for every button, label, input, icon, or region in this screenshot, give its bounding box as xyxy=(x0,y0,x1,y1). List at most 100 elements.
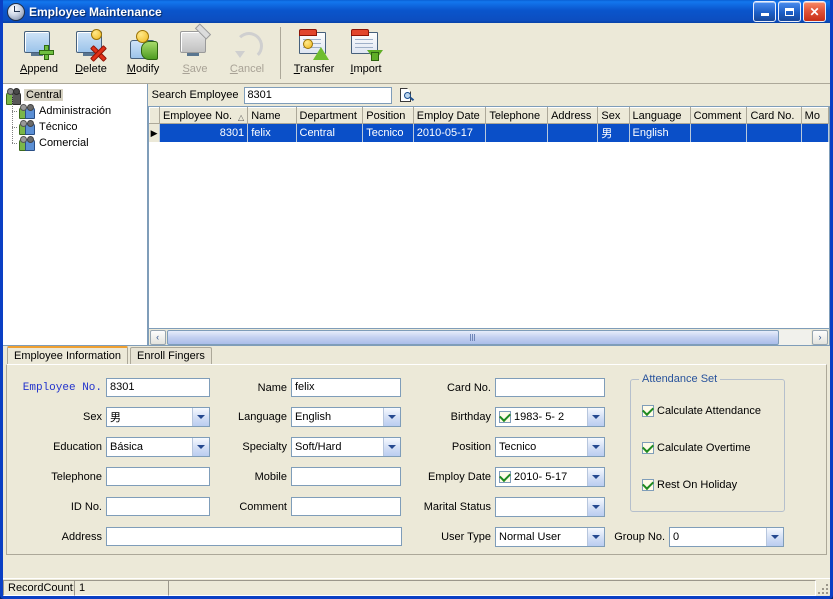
checkbox-icon[interactable] xyxy=(642,442,654,454)
close-button[interactable]: ✕ xyxy=(803,1,826,22)
checkbox-calculate-overtime[interactable]: Calculate Overtime xyxy=(642,442,751,454)
column-header-department[interactable]: Department xyxy=(295,107,364,124)
checkbox-label: Calculate Attendance xyxy=(657,405,761,417)
tree-node-label: Administración xyxy=(39,105,112,117)
import-icon xyxy=(350,29,383,61)
chevron-down-icon[interactable] xyxy=(383,438,400,456)
transfer-button[interactable]: Transfer xyxy=(288,25,340,81)
chevron-down-icon[interactable] xyxy=(587,438,604,456)
table-row[interactable]: ▶ 8301 felix Central Tecnico 2010-05-17 … xyxy=(149,123,829,142)
birthday-datepicker[interactable]: 1983- 5- 2 xyxy=(495,407,605,427)
column-header-employee-no[interactable]: Employee No. △ xyxy=(158,107,249,124)
column-header-card-no[interactable]: Card No. xyxy=(746,107,802,124)
checkbox-icon[interactable] xyxy=(642,405,654,417)
field-user-type: User Type Normal User xyxy=(405,527,605,547)
group-no-select[interactable]: 0 xyxy=(669,527,784,547)
maximize-button[interactable] xyxy=(778,1,801,22)
organization-icon xyxy=(5,87,21,105)
employ-date-checkbox[interactable] xyxy=(499,471,511,483)
horizontal-scrollbar[interactable]: ‹ › xyxy=(147,329,830,346)
cell-department: Central xyxy=(296,123,364,142)
chevron-down-icon[interactable] xyxy=(587,468,604,486)
field-mobile: Mobile xyxy=(215,467,401,486)
column-header-address[interactable]: Address xyxy=(547,107,599,124)
field-position: Position Tecnico xyxy=(405,437,605,457)
grip-icon xyxy=(469,333,476,341)
search-document-icon[interactable] xyxy=(398,87,415,103)
delete-button[interactable]: Delete xyxy=(65,25,117,81)
marital-status-label: Marital Status xyxy=(423,501,491,513)
checkbox-calculate-attendance[interactable]: Calculate Attendance xyxy=(642,405,761,417)
field-card-no: Card No. xyxy=(405,378,605,397)
modify-button[interactable]: Modify xyxy=(117,25,169,81)
field-employee-no: Employee No. 8301 xyxy=(17,378,210,397)
column-header-language[interactable]: Language xyxy=(628,107,691,124)
field-name: Name felix xyxy=(215,378,401,397)
delete-icon xyxy=(75,29,107,62)
sex-select[interactable]: 男 xyxy=(106,407,210,427)
resize-grip-icon[interactable] xyxy=(815,581,829,595)
scrollbar-track[interactable] xyxy=(166,329,811,345)
employee-no-input[interactable]: 8301 xyxy=(106,378,210,397)
chevron-down-icon[interactable] xyxy=(587,528,604,546)
scroll-left-button[interactable]: ‹ xyxy=(149,329,166,345)
tab-enroll-fingers[interactable]: Enroll Fingers xyxy=(130,347,212,364)
scroll-right-button[interactable]: › xyxy=(812,329,828,345)
birthday-checkbox[interactable] xyxy=(499,411,511,423)
scrollbar-thumb[interactable] xyxy=(166,329,779,345)
tree-node-central[interactable]: Central xyxy=(5,87,147,105)
save-button: Save xyxy=(169,23,221,81)
column-header-position[interactable]: Position xyxy=(362,107,414,124)
transfer-icon xyxy=(298,29,330,61)
search-input[interactable] xyxy=(244,86,393,104)
append-button[interactable]: Append xyxy=(13,25,65,81)
chevron-down-icon[interactable] xyxy=(587,408,604,426)
checkbox-rest-on-holiday[interactable]: Rest On Holiday xyxy=(642,479,737,491)
chevron-down-icon[interactable] xyxy=(192,408,209,426)
name-input[interactable]: felix xyxy=(291,378,401,397)
id-no-input[interactable] xyxy=(106,497,210,516)
position-select[interactable]: Tecnico xyxy=(495,437,605,457)
column-header-sex[interactable]: Sex xyxy=(597,107,630,124)
department-tree[interactable]: Central Administración Técnico Comercial xyxy=(3,84,148,346)
employee-grid[interactable]: Employee No. △ Name Department Position E… xyxy=(147,106,830,329)
chevron-down-icon[interactable] xyxy=(766,528,783,546)
column-header-comment[interactable]: Comment xyxy=(689,107,748,124)
tab-employee-information[interactable]: Employee Information xyxy=(7,346,128,364)
chevron-down-icon[interactable] xyxy=(587,498,604,516)
education-select[interactable]: Básica xyxy=(106,437,210,457)
field-sex: Sex 男 xyxy=(17,407,210,427)
tree-node-comercial[interactable]: Comercial xyxy=(5,127,147,151)
specialty-select[interactable]: Soft/Hard xyxy=(291,437,401,457)
checkbox-icon[interactable] xyxy=(642,479,654,491)
language-select[interactable]: English xyxy=(291,407,401,427)
minimize-button[interactable] xyxy=(753,1,776,22)
user-type-select[interactable]: Normal User xyxy=(495,527,605,547)
import-button[interactable]: Import xyxy=(340,25,392,81)
language-value: English xyxy=(295,411,332,423)
user-type-value: Normal User xyxy=(499,531,561,543)
chevron-right-icon: › xyxy=(818,332,822,342)
group-icon xyxy=(19,104,35,119)
card-no-input[interactable] xyxy=(495,378,605,397)
field-education: Education Básica xyxy=(17,437,210,457)
marital-status-select[interactable] xyxy=(495,497,605,517)
append-button-label-rest: ppend xyxy=(27,63,58,75)
column-header-telephone[interactable]: Telephone xyxy=(485,107,549,124)
comment-input[interactable] xyxy=(291,497,401,516)
address-input[interactable] xyxy=(106,527,402,546)
employ-date-datepicker[interactable]: 2010- 5-17 xyxy=(495,467,605,487)
employee-maintenance-window: Employee Maintenance ✕ Append Delete Mod… xyxy=(0,0,833,599)
employ-date-label: Employ Date xyxy=(428,471,491,483)
tree-node-administracion[interactable]: Administración xyxy=(5,95,147,119)
column-header-employ-date[interactable]: Employ Date xyxy=(412,107,487,124)
column-header-mobile[interactable]: Mo xyxy=(800,107,829,124)
column-header-name[interactable]: Name xyxy=(247,107,297,124)
mobile-input[interactable] xyxy=(291,467,401,486)
tree-node-tecnico[interactable]: Técnico xyxy=(5,111,147,135)
chevron-down-icon[interactable] xyxy=(192,438,209,456)
telephone-input[interactable] xyxy=(106,467,210,486)
tree-node-label: Central xyxy=(24,89,64,101)
chevron-down-icon[interactable] xyxy=(383,408,400,426)
cell-name: felix xyxy=(247,123,297,142)
